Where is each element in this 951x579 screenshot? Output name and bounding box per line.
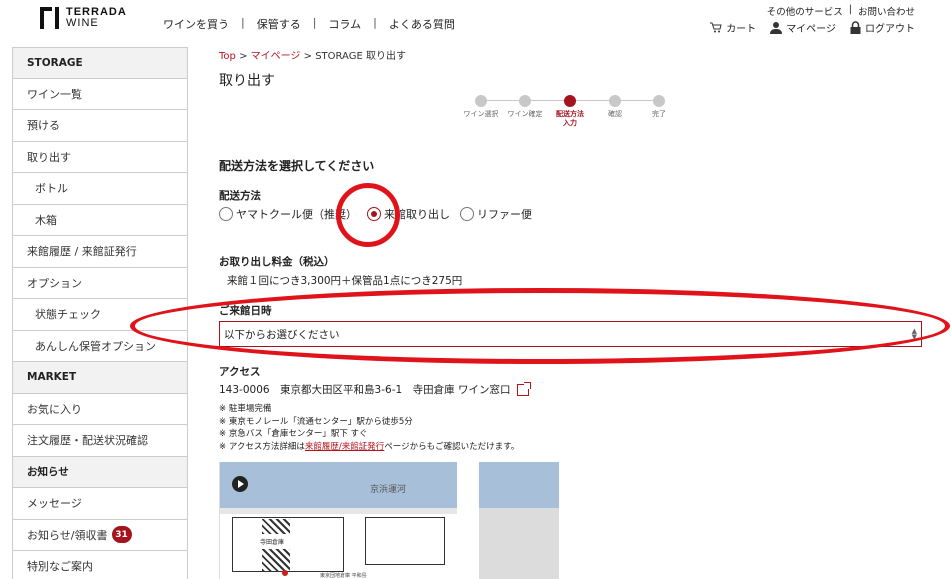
fee-label: お取り出し料金（税込） [219, 256, 335, 268]
nav-separator: | [312, 16, 317, 29]
access-label: アクセス [219, 366, 261, 378]
notification-count-badge: 31 [111, 526, 132, 544]
main-content: Top > マイページ > STORAGE 取り出す 取り出す ワイン選択 ワイ… [219, 47, 939, 579]
visit-history-link[interactable]: 来館履歴/来館証発行 [305, 442, 384, 452]
access-map[interactable]: 京浜運河 寺田倉庫 東京団地倉庫 平和島 [219, 462, 457, 579]
radio-yamato-cool-control[interactable] [219, 207, 233, 221]
radio-reefer[interactable]: リファー便 [460, 206, 532, 222]
sidebar-item-options[interactable]: オプション [12, 267, 188, 299]
terrada-wine-logo[interactable]: TERRADA WINE [40, 7, 127, 29]
nav-storage[interactable]: 保管する [257, 16, 301, 32]
sidebar-head-news: お知らせ [12, 456, 188, 488]
access-notes: ※ 駐車場完備 ※ 東京モノレール「流通センター」駅から徒歩5分 ※ 京急バス「… [219, 403, 519, 453]
sidebar-item-wooden-box[interactable]: 木箱 [12, 204, 188, 236]
utility-nav: カート マイページ ログアウト [710, 20, 915, 35]
fee-text: 来館１回につき3,300円＋保管品1点につき275円 [227, 275, 463, 287]
map-water-label: 京浜運河 [370, 485, 407, 495]
logout-link[interactable]: ログアウト [850, 20, 915, 35]
map-building-label: 寺田倉庫 [260, 539, 285, 546]
nav-buy-wine[interactable]: ワインを買う [163, 16, 229, 32]
page-title: 取り出す [219, 73, 275, 89]
mypage-link[interactable]: マイページ [770, 20, 836, 35]
user-icon [770, 22, 783, 34]
radio-reefer-control[interactable] [460, 207, 474, 221]
annotation-circle-visit-pickup [336, 183, 400, 247]
sidebar-item-messages[interactable]: メッセージ [12, 488, 188, 520]
logo-line2: WINE [66, 17, 99, 29]
nav-faq[interactable]: よくある質問 [389, 16, 455, 32]
nav-separator: | [373, 16, 377, 29]
breadcrumb: Top > マイページ > STORAGE 取り出す [219, 51, 406, 62]
delivery-method-label: 配送方法 [219, 190, 261, 202]
contact-link[interactable]: お問い合わせ [858, 4, 915, 18]
note-parking: ※ 駐車場完備 [219, 404, 272, 414]
annotation-oval-visit-date [130, 288, 950, 364]
sidebar-item-favorites[interactable]: お気に入り [12, 393, 188, 425]
play-icon[interactable] [232, 476, 248, 492]
sidebar-head-storage: STORAGE [12, 47, 188, 79]
note-bus: ※ 京急バス「倉庫センター」駅下 すぐ [219, 429, 368, 439]
sidebar-item-special-guide[interactable]: 特別なご案内 [12, 551, 188, 579]
sidebar-item-visit-history[interactable]: 来館履歴 / 来館証発行 [12, 236, 188, 268]
logo-mark-icon [40, 7, 62, 29]
cart-link[interactable]: カート [710, 20, 756, 35]
map-bottom-label: 東京団地倉庫 平和島 [320, 573, 367, 579]
nav-separator: | [241, 16, 245, 29]
util-separator: | [848, 4, 852, 15]
progress-steps: ワイン選択 ワイン確定 配送方法 入力 確認 完了 [459, 95, 684, 135]
address: 143-0006 東京都大田区平和島3-6-1 寺田倉庫 ワイン窓口 [219, 381, 531, 397]
sidebar-item-news-receipts[interactable]: お知らせ/領収書 31 [12, 519, 188, 551]
step-confirm: 確認 [593, 95, 637, 119]
other-services-link[interactable]: その他のサービス [767, 4, 843, 18]
nav-column[interactable]: コラム [328, 16, 361, 32]
sidebar-head-market: MARKET [12, 362, 188, 394]
cart-icon [710, 22, 722, 33]
step-complete: 完了 [637, 95, 681, 119]
step-wine-select: ワイン選択 [459, 95, 503, 119]
breadcrumb-mypage[interactable]: マイページ [251, 51, 301, 62]
map-water [220, 462, 457, 508]
address-text: 143-0006 東京都大田区平和島3-6-1 寺田倉庫 ワイン窓口 [219, 384, 511, 396]
external-link-icon[interactable] [516, 381, 531, 396]
step-wine-confirm: ワイン確定 [503, 95, 547, 119]
lock-icon [850, 21, 861, 34]
step-delivery-method: 配送方法 入力 [548, 95, 592, 128]
sidebar-item-withdraw[interactable]: 取り出す [12, 141, 188, 173]
map-pin-icon [282, 570, 288, 576]
note-access-detail: ※ アクセス方法詳細は来館履歴/来館証発行ページからもご確認いただけます。 [219, 441, 520, 452]
logout-label: ログアウト [865, 24, 915, 35]
sidebar-item-order-history[interactable]: 注文履歴・配送状況確認 [12, 425, 188, 457]
sidebar-item-deposit[interactable]: 預ける [12, 110, 188, 142]
note-monorail: ※ 東京モノレール「流通センター」駅から徒歩5分 [219, 416, 413, 427]
global-nav: ワインを買う | 保管する | コラム | よくある質問 [163, 16, 455, 32]
access-map-secondary[interactable] [479, 462, 559, 579]
section-title: 配送方法を選択してください [219, 159, 375, 173]
breadcrumb-top[interactable]: Top [219, 51, 236, 62]
sidebar-item-bottle[interactable]: ボトル [12, 173, 188, 205]
cart-label: カート [726, 24, 757, 35]
site-header: TERRADA WINE ワインを買う | 保管する | コラム | よくある質… [0, 0, 951, 44]
mypage-label: マイページ [786, 24, 836, 35]
utility-top-links: その他のサービス | お問い合わせ [767, 4, 915, 18]
breadcrumb-current: STORAGE 取り出す [315, 51, 406, 62]
sidebar-item-wine-list[interactable]: ワイン一覧 [12, 78, 188, 110]
